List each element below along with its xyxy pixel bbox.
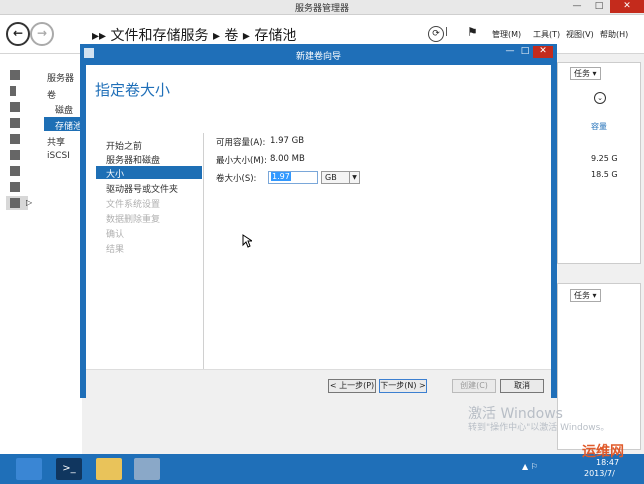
dialog-close-button[interactable]: ✕ [533, 46, 553, 58]
create-button[interactable]: 创建(C) [452, 379, 496, 393]
maximize-button[interactable]: □ [588, 0, 610, 13]
step-server-and-disk[interactable]: 服务器和磁盘 [106, 153, 160, 166]
menu-help[interactable]: 帮助(H) [600, 29, 628, 40]
dialog-title: 新建卷向导 [295, 52, 341, 62]
dns-icon[interactable] [10, 134, 20, 144]
iis-icon[interactable] [10, 166, 20, 176]
mouse-cursor-icon [242, 234, 252, 248]
site-logo: 运维网 [582, 444, 624, 460]
collapse-icon[interactable]: ⌄ [594, 92, 606, 104]
capacity-value: 18.5 G [591, 170, 618, 179]
dialog-button-bar: < 上一步(P) 下一步(N) > 创建(C) 取消 [86, 369, 551, 400]
print-icon[interactable] [10, 182, 20, 192]
unit-select[interactable]: GB ▼ [321, 171, 360, 184]
file-explorer-icon[interactable] [96, 458, 122, 480]
tree-item-storage-pools[interactable]: 存储池 [55, 119, 82, 132]
volume-size-input[interactable]: 1.97 [268, 171, 318, 184]
new-volume-wizard-dialog: 新建卷向导 — □ ✕ 指定卷大小 开始之前 服务器和磁盘 大小 驱动器号或文件… [80, 44, 557, 400]
all-servers-icon[interactable] [10, 102, 20, 112]
dialog-heading: 指定卷大小 [95, 81, 171, 99]
min-size-value: 8.00 MB [270, 154, 305, 164]
tasks-dropdown-2[interactable]: 任务 ▾ [570, 289, 601, 302]
divider [203, 133, 204, 373]
close-button[interactable]: ✕ [610, 0, 644, 13]
menu-view[interactable]: 视图(V) [566, 29, 594, 40]
forward-button[interactable]: → [30, 22, 54, 46]
volume-size-value[interactable]: 1.97 [271, 172, 291, 181]
powershell-icon[interactable]: >_ [56, 458, 82, 480]
capacity-column-header[interactable]: 容量 [591, 121, 607, 132]
volume-size-label: 卷大小(S): [216, 174, 257, 184]
breadcrumb[interactable]: ▸▸ 文件和存储服务 ▸ 卷 ▸ 存储池 [92, 25, 296, 45]
chevron-down-icon[interactable]: ▼ [349, 172, 359, 183]
refresh-icon[interactable]: ⟳ [428, 26, 444, 42]
separator: | [445, 27, 449, 37]
tree-item-shares[interactable]: 共享 [47, 135, 65, 148]
cancel-button[interactable]: 取消 [500, 379, 544, 393]
min-size-label: 最小大小(M): [216, 156, 267, 166]
tasks-label: 任务 [574, 69, 590, 78]
dialog-minimize-button[interactable]: — [503, 46, 517, 58]
minimize-button[interactable]: — [566, 0, 588, 13]
tasks-label: 任务 [574, 291, 590, 300]
tree-item-servers[interactable]: 服务器 [47, 71, 74, 84]
available-capacity-label: 可用容量(A): [216, 138, 266, 148]
dialog-maximize-button[interactable]: □ [518, 46, 532, 58]
storage-icon[interactable] [10, 198, 20, 208]
back-button[interactable]: ← [6, 22, 30, 46]
file-server-icon[interactable] [10, 150, 20, 160]
clock-date[interactable]: 2013/7/ [584, 469, 615, 478]
menu-manage[interactable]: 管理(M) [492, 29, 521, 40]
step-results: 结果 [106, 245, 125, 255]
tasks-dropdown[interactable]: 任务 ▾ [570, 67, 601, 80]
step-dedup: 数据删除重复 [106, 215, 161, 225]
expand-arrow-icon[interactable]: ▷ [26, 198, 32, 207]
dashboard-icon[interactable] [10, 70, 20, 80]
network-icon[interactable] [134, 458, 160, 480]
tree-item-volumes[interactable]: 卷 [47, 88, 56, 101]
ad-icon[interactable] [10, 118, 20, 128]
step-size[interactable]: 大小 [106, 167, 124, 180]
server-manager-taskbar-icon[interactable] [16, 458, 42, 480]
step-confirmation: 确认 [106, 230, 125, 240]
step-before-you-begin[interactable]: 开始之前 [106, 139, 142, 152]
next-button[interactable]: 下一步(N) > [379, 379, 427, 393]
prev-button[interactable]: < 上一步(P) [328, 379, 376, 393]
step-drive-letter[interactable]: 驱动器号或文件夹 [106, 182, 178, 195]
activation-watermark-subtitle: 转到"操作中心"以激活 Windows。 [468, 423, 610, 433]
tray-icons[interactable]: ▲ ⚐ [522, 462, 538, 471]
capacity-value: 9.25 G [591, 154, 618, 163]
tree-item-iscsi[interactable]: iSCSI [47, 151, 70, 161]
menu-tools[interactable]: 工具(T) [533, 29, 560, 40]
local-server-icon[interactable] [10, 86, 16, 96]
left-icon-nav [0, 54, 39, 454]
dialog-body: 指定卷大小 开始之前 服务器和磁盘 大小 驱动器号或文件夹 文件系统设置 数据删… [86, 65, 551, 400]
window-title: 服务器管理器 [294, 4, 349, 14]
flag-icon[interactable]: ⚑ [467, 25, 478, 39]
step-file-system: 文件系统设置 [106, 200, 161, 210]
available-capacity-value: 1.97 GB [270, 136, 305, 146]
unit-select-value: GB [325, 173, 337, 182]
tree-item-disks[interactable]: 磁盘 [55, 103, 73, 116]
